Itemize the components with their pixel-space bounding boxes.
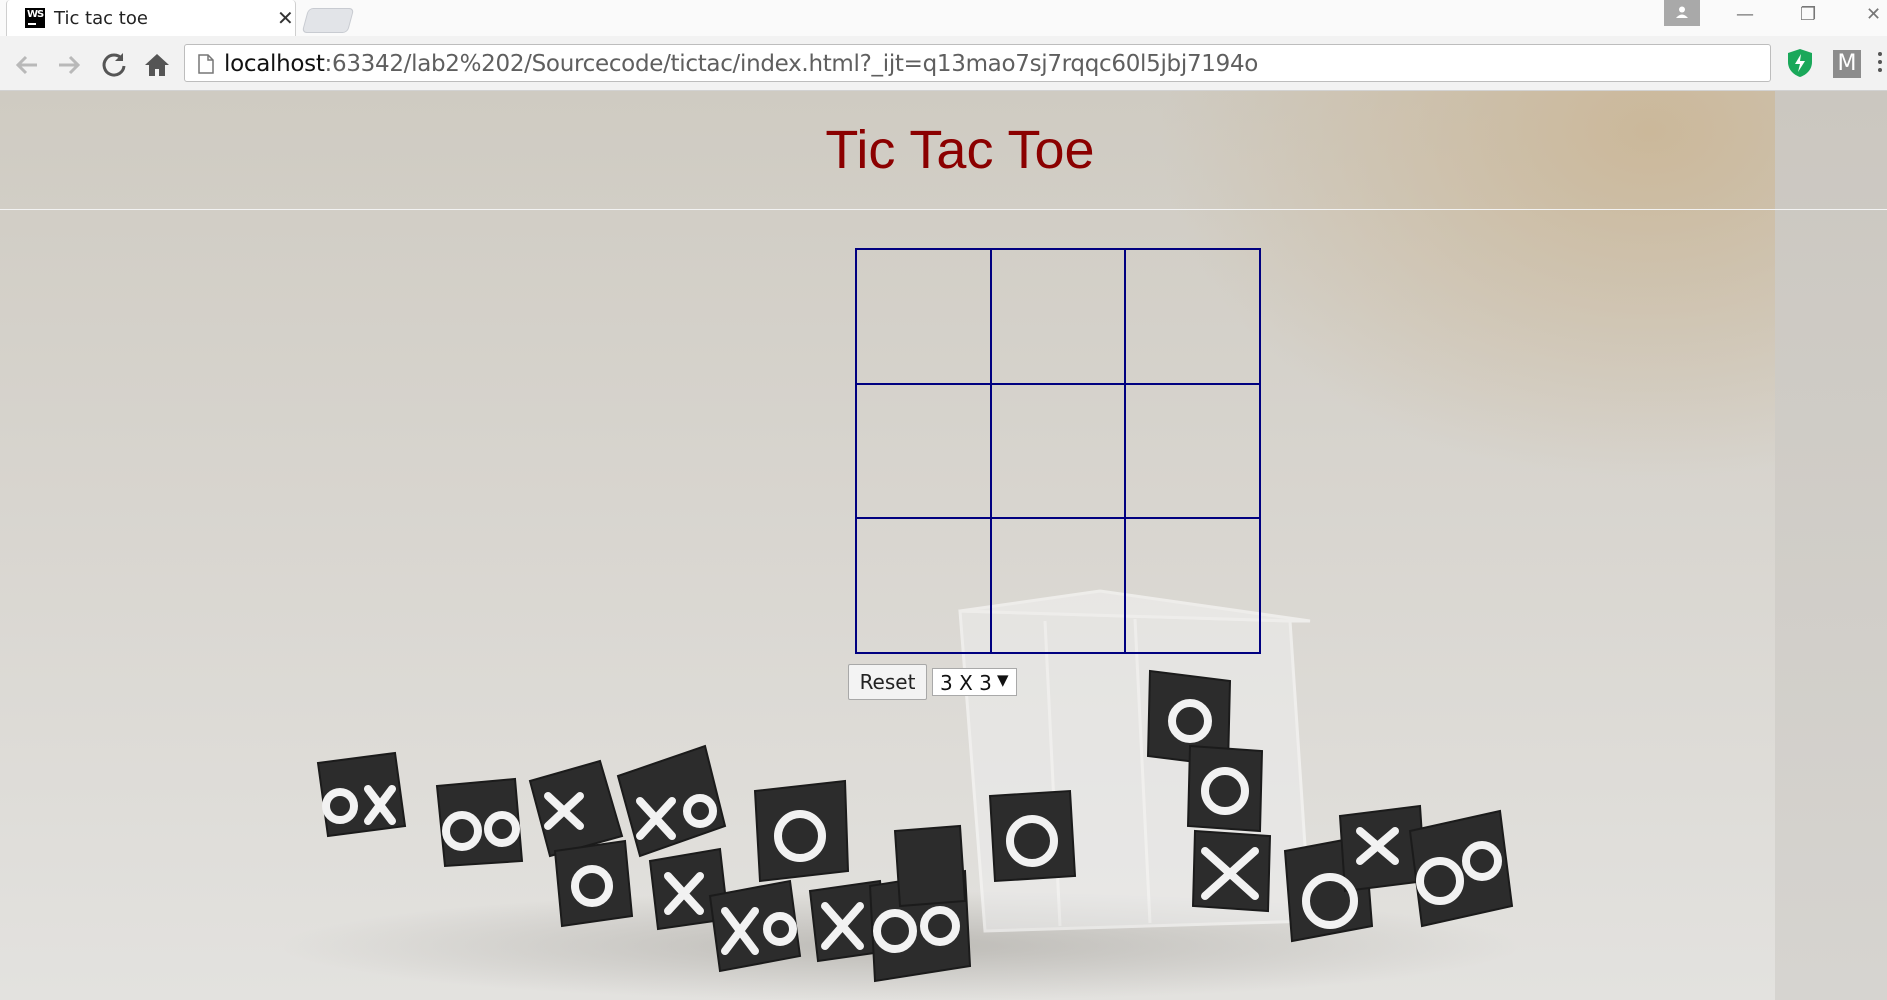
forward-icon [59,55,81,75]
home-button[interactable] [142,50,172,80]
url-host: localhost [224,51,325,77]
board-cell[interactable] [990,249,1126,384]
board-cell[interactable] [1125,383,1260,519]
board-cell[interactable] [856,518,991,653]
board-cell[interactable] [990,383,1126,519]
webstorm-favicon-icon: WS [25,8,45,28]
board-size-value: 3 X 3 [940,671,992,695]
new-tab-button[interactable] [301,8,355,33]
reload-button[interactable] [99,50,129,80]
profile-icon [1676,6,1688,18]
restore-icon[interactable]: ❐ [1800,4,1816,25]
address-bar[interactable]: localhost:63342/lab2%202/Sourcecode/tict… [184,44,1771,82]
forward-button[interactable] [54,50,84,80]
board-cell[interactable] [1125,249,1260,384]
browser-toolbar: localhost:63342/lab2%202/Sourcecode/tict… [0,36,1887,91]
page-icon [198,54,214,74]
tic-tac-toe-board [855,248,1261,654]
profile-button[interactable] [1664,0,1700,26]
board-cell[interactable] [856,383,991,519]
back-icon [15,55,37,75]
board-cell[interactable] [856,249,991,384]
board-size-select[interactable]: 3 X 3 ▼ [932,668,1017,696]
shield-extension-icon[interactable] [1787,48,1813,78]
page-title: Tic Tac Toe [825,120,1095,180]
tab-title: Tic tac toe [54,8,148,29]
menu-icon[interactable] [1878,52,1884,76]
title-divider [0,209,1887,210]
board-cell[interactable] [1125,518,1260,653]
tab-close-icon[interactable]: ✕ [277,6,294,30]
reset-button[interactable]: Reset [848,664,927,700]
page-viewport: Tic Tac Toe Reset 3 X 3 ▼ [0,91,1887,1000]
browser-titlebar: WS Tic tac toe ✕ — ❐ ✕ [0,0,1887,36]
dropdown-arrow-icon: ▼ [997,671,1009,689]
board-cell[interactable] [990,518,1126,653]
window-close-icon[interactable]: ✕ [1866,4,1881,25]
browser-tab[interactable]: WS Tic tac toe ✕ [6,0,296,36]
reload-icon [102,53,126,77]
url-path: :63342/lab2%202/Sourcecode/tictac/index.… [324,51,1259,77]
minimize-icon[interactable]: — [1736,4,1754,25]
home-icon [145,54,169,76]
back-button[interactable] [12,50,42,80]
m-extension-button[interactable]: M [1833,50,1861,78]
url-text[interactable]: localhost:63342/lab2%202/Sourcecode/tict… [224,51,1258,77]
